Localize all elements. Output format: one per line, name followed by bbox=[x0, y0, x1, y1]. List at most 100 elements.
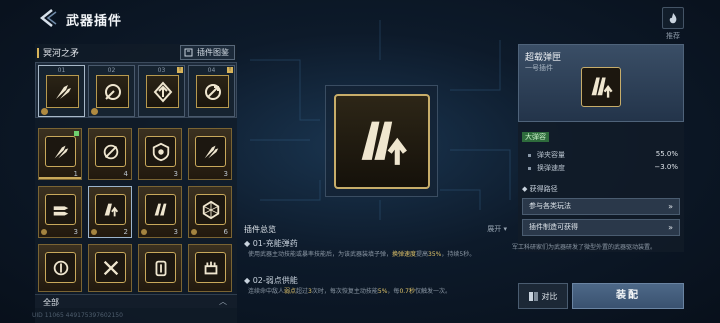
slot-number: 01 bbox=[57, 67, 66, 74]
section-1-title: ◆ 01-充能弹药 bbox=[244, 239, 298, 248]
book-icon bbox=[184, 48, 193, 57]
flame-icon bbox=[669, 12, 677, 23]
filter-dropdown[interactable]: 全部 ︿ bbox=[35, 294, 237, 308]
detail-header: 超载弹匣 一号插件 bbox=[518, 44, 684, 122]
stat-label: 弹夹容量 bbox=[537, 151, 565, 159]
detail-sub: 一号插件 bbox=[525, 64, 553, 72]
new-badge bbox=[74, 131, 79, 136]
slot-04[interactable]: 04 ! bbox=[188, 65, 235, 117]
route-title-label: 获得路径 bbox=[529, 185, 558, 193]
stat-row: 换弹速度 −3.0% bbox=[528, 163, 678, 173]
compare-icon bbox=[528, 291, 538, 301]
atlas-button[interactable]: 插件图鉴 bbox=[180, 45, 235, 60]
web-icon bbox=[195, 194, 226, 225]
desc-highlight: 0.7秒 bbox=[399, 288, 415, 295]
expand-button[interactable]: 展开 ▾ bbox=[487, 224, 507, 234]
missile-icon bbox=[45, 136, 76, 167]
target-arrow-icon bbox=[96, 75, 129, 108]
shield-crosshair-icon bbox=[145, 136, 176, 167]
level-icon bbox=[91, 229, 97, 235]
desc-highlight: 换弹速度 bbox=[392, 251, 417, 258]
plugin-card[interactable]: 6 bbox=[188, 186, 232, 238]
desc-highlight: 35% bbox=[428, 251, 442, 258]
equip-button[interactable]: 装配 bbox=[572, 283, 684, 309]
magazine-up-icon bbox=[334, 94, 430, 189]
plugin-count: 3 bbox=[223, 170, 228, 178]
weapon-name: 冥河之矛 bbox=[43, 49, 80, 59]
missile-icon bbox=[46, 75, 79, 108]
plugin-list-panel: 冥河之矛 插件图鉴 01 02 03 ! 04 ! 1 4 3 3 3 2 3 … bbox=[35, 44, 237, 323]
level-icon bbox=[141, 229, 147, 235]
slot-03[interactable]: 03 ! bbox=[138, 65, 185, 117]
slot-number: 02 bbox=[107, 67, 116, 74]
swirl-arrow-icon bbox=[196, 75, 229, 108]
back-arrow-icon[interactable] bbox=[38, 8, 58, 28]
plugin-card[interactable] bbox=[138, 244, 182, 292]
plugin-card[interactable]: 4 bbox=[88, 128, 132, 180]
plugin-count: 3 bbox=[173, 170, 178, 178]
plugin-preview bbox=[325, 85, 438, 197]
header-bar: 武器插件 i 推荐 bbox=[0, 0, 720, 40]
magazine-up-icon bbox=[581, 67, 621, 107]
bullet-icon bbox=[528, 153, 531, 157]
route-button-play[interactable]: 参与各类玩法 » bbox=[522, 198, 680, 215]
desc-text: ，每 bbox=[387, 288, 400, 295]
plugin-card[interactable]: 1 bbox=[38, 128, 82, 180]
plugin-card-selected[interactable]: 2 bbox=[88, 186, 132, 238]
equipped-slots: 01 02 03 ! 04 ! bbox=[35, 62, 237, 118]
plugin-card[interactable] bbox=[88, 244, 132, 292]
plugin-card[interactable] bbox=[188, 244, 232, 292]
slot-01[interactable]: 01 bbox=[38, 65, 85, 117]
plugin-count: 6 bbox=[223, 228, 228, 236]
plugin-card[interactable]: 3 bbox=[138, 128, 182, 180]
chevron-up-icon: ︿ bbox=[219, 297, 227, 306]
rarity-bar bbox=[39, 177, 81, 179]
desc-text: 仅触发一次。 bbox=[414, 288, 451, 295]
info-icon[interactable]: i bbox=[117, 13, 120, 23]
compare-label: 对比 bbox=[541, 291, 558, 301]
section-1-desc: 使用武器主动技能或暴率技能后，为该武器装填子弹，换弹速度提高35%，持续5秒。 bbox=[248, 250, 508, 259]
detail-name: 超载弹匣 bbox=[525, 53, 562, 63]
diamond-arrow-icon bbox=[146, 75, 179, 108]
magazine-stack-icon bbox=[145, 194, 176, 225]
desc-text: ，持续5秒。 bbox=[441, 251, 476, 258]
uid-text: UID 11065 449175397602150 bbox=[32, 312, 123, 319]
plugin-summary: 插件总览 展开 ▾ ◆ 01-充能弹药 使用武器主动技能或暴率技能后，为该武器装… bbox=[240, 222, 515, 323]
recommend-button[interactable] bbox=[662, 7, 684, 29]
section-2-desc: 连续命中敌人弱点超过3次时，每次恢复主动技能5%，每0.7秒仅触发一次。 bbox=[248, 287, 508, 296]
compare-button[interactable]: 对比 bbox=[518, 283, 568, 309]
plugin-card[interactable]: 3 bbox=[138, 186, 182, 238]
plugin-count: 3 bbox=[73, 228, 78, 236]
slot-flag: ! bbox=[177, 67, 183, 73]
missile-icon bbox=[195, 136, 226, 167]
magazine-up-icon bbox=[95, 194, 126, 225]
route-button-craft[interactable]: 插件制造可获得 » bbox=[522, 219, 680, 236]
stat-row: 弹夹容量 55.0% bbox=[528, 150, 678, 160]
desc-highlight: 5% bbox=[377, 288, 388, 295]
plugin-card[interactable]: 3 bbox=[188, 128, 232, 180]
level-icon bbox=[191, 229, 197, 235]
route-label: 插件制造可获得 bbox=[529, 223, 578, 231]
slot-02[interactable]: 02 bbox=[88, 65, 135, 117]
desc-text: 提高 bbox=[416, 251, 429, 258]
desc-text: 连续命中敌人 bbox=[248, 288, 285, 295]
plugin-count: 3 bbox=[173, 228, 178, 236]
canister-icon bbox=[145, 252, 176, 283]
double-chevron-right-icon: » bbox=[668, 202, 673, 211]
plugin-card[interactable] bbox=[38, 244, 82, 292]
bullets-icon bbox=[45, 194, 76, 225]
summary-title: 插件总览 bbox=[244, 225, 276, 234]
weapon-mark bbox=[37, 47, 39, 58]
route-label: 参与各类玩法 bbox=[529, 202, 571, 210]
slot-level-icon bbox=[91, 108, 98, 115]
plugin-count: 4 bbox=[123, 170, 128, 178]
expand-label: 展开 bbox=[487, 225, 502, 233]
target-slash-icon bbox=[95, 136, 126, 167]
stat-value: −3.0% bbox=[654, 163, 678, 171]
slot-flag: ! bbox=[227, 67, 233, 73]
section-1-label: 01-充能弹药 bbox=[252, 239, 298, 248]
slot-level-icon bbox=[41, 108, 48, 115]
plugin-card[interactable]: 3 bbox=[38, 186, 82, 238]
recommend-label: 推荐 bbox=[666, 32, 680, 40]
atlas-label: 插件图鉴 bbox=[197, 48, 229, 57]
